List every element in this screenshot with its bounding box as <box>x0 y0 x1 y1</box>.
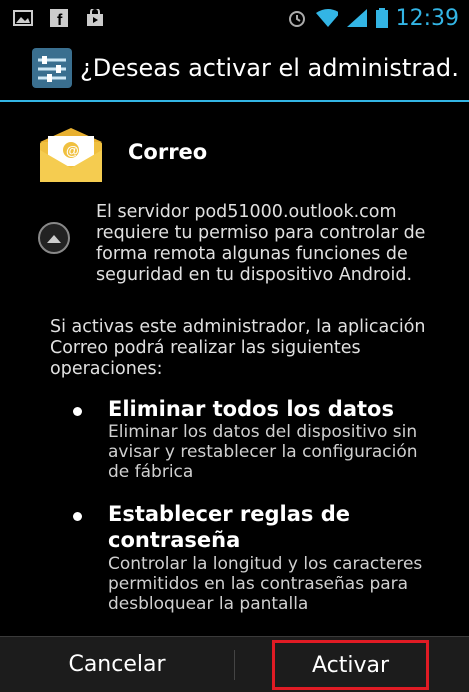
status-bar: f 12:39 <box>0 0 469 36</box>
app-header: @ <box>38 128 104 188</box>
notification-icons: f <box>0 9 106 27</box>
clock: 12:39 <box>395 5 459 31</box>
bullet-icon <box>70 404 84 418</box>
admin-intro: Si activas este administrador, la aplica… <box>50 317 426 379</box>
settings-icon <box>32 48 72 88</box>
svg-text:f: f <box>57 12 63 27</box>
dialog-title-bar: ¿Deseas activar el administrad… <box>0 36 469 102</box>
permission-description: Controlar la longitud y los caracteres p… <box>108 554 423 614</box>
image-icon <box>12 9 34 27</box>
permission-description: Eliminar los datos del dispositivo sin a… <box>108 422 418 482</box>
cancel-button[interactable]: Cancelar <box>0 637 234 692</box>
permission-title: Eliminar todos los datos <box>108 397 394 421</box>
dialog-content[interactable]: @ Correo El servidor pod51000.outlook.co… <box>0 102 469 636</box>
system-icons: 12:39 <box>286 6 469 31</box>
bullet-icon <box>70 509 84 523</box>
battery-icon <box>375 8 388 28</box>
expand-button[interactable] <box>38 222 70 254</box>
server-description: El servidor pod51000.outlook.com requier… <box>96 202 426 285</box>
facebook-icon: f <box>48 9 70 27</box>
svg-text:@: @ <box>66 143 79 158</box>
chevron-up-icon <box>47 235 61 243</box>
app-name: Correo <box>128 140 208 164</box>
permission-title: Establecer reglas de contraseña <box>108 502 350 552</box>
dialog-title: ¿Deseas activar el administrad… <box>80 54 460 82</box>
signal-icon <box>346 9 368 27</box>
mail-icon: @ <box>38 128 104 188</box>
alarm-icon <box>286 9 308 27</box>
wifi-icon <box>315 9 338 27</box>
button-bar: Cancelar Activar <box>0 636 469 692</box>
shopping-bag-icon <box>84 9 106 27</box>
activate-button[interactable]: Activar <box>272 640 429 690</box>
button-divider <box>234 649 235 680</box>
